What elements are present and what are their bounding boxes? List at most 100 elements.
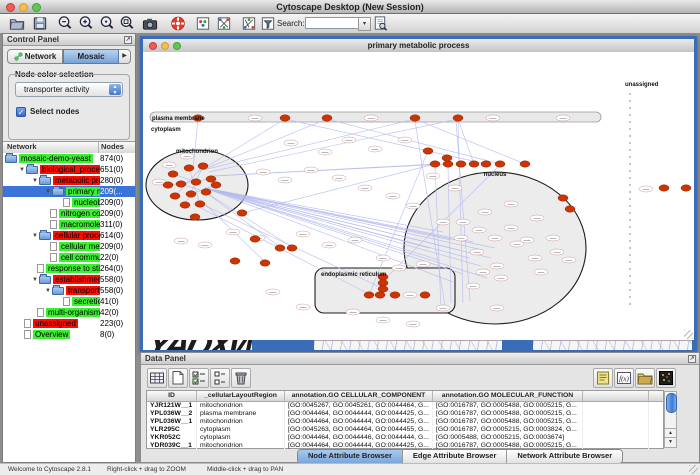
network-node[interactable] xyxy=(163,182,173,188)
node-label-oval[interactable] xyxy=(376,317,390,323)
tree-column-nodes[interactable]: Nodes xyxy=(99,142,135,153)
window-resize-grip[interactable] xyxy=(689,465,698,474)
expand-arrow-icon[interactable]: ▼ xyxy=(44,189,52,195)
table-row[interactable]: YKR052Ccytoplasm[GO:0044464, GO:0044446,… xyxy=(147,434,663,442)
network-node[interactable] xyxy=(481,161,491,167)
zoom-in-icon[interactable] xyxy=(77,15,95,32)
table-row[interactable]: YLR295Ccytoplasm[GO:0045263, GO:0044464,… xyxy=(147,426,663,434)
node-label-oval[interactable] xyxy=(386,193,400,199)
tree-item[interactable]: cellular metabo209(0) xyxy=(3,241,135,252)
network-node[interactable] xyxy=(190,214,200,220)
tree-item[interactable]: secretion41(0) xyxy=(3,296,135,307)
tree-item[interactable]: nitrogen compo209(0) xyxy=(3,208,135,219)
node-label-oval[interactable] xyxy=(358,185,372,191)
node-label-oval[interactable] xyxy=(416,261,430,267)
tree-item[interactable]: Overview8(0) xyxy=(3,329,135,340)
node-label-oval[interactable] xyxy=(318,149,332,155)
layout-b-icon[interactable] xyxy=(240,15,258,32)
node-label-oval[interactable] xyxy=(296,231,310,237)
network-node[interactable] xyxy=(322,115,332,121)
tab-mosaic[interactable]: Mosaic xyxy=(63,49,119,64)
expand-arrow-icon[interactable]: ▼ xyxy=(31,178,39,184)
node-label-oval[interactable] xyxy=(490,305,504,311)
layout-a-icon[interactable] xyxy=(215,15,233,32)
network-node[interactable] xyxy=(237,210,247,216)
network-node[interactable] xyxy=(495,161,505,167)
network-node[interactable] xyxy=(230,258,240,264)
node-label-oval[interactable] xyxy=(368,146,382,152)
node-label-oval[interactable] xyxy=(534,269,548,275)
network-node[interactable] xyxy=(390,292,400,298)
network-canvas[interactable]: plasma membranecytoplasmmitochondrionnuc… xyxy=(143,52,694,340)
node-label-oval[interactable] xyxy=(296,304,310,310)
network-node[interactable] xyxy=(469,161,479,167)
network-window-titlebar[interactable]: primary metabolic process xyxy=(143,39,694,53)
tree-item[interactable]: multi-organism pro42(0) xyxy=(3,307,135,318)
tree-item[interactable]: ▼metabolic process280(0) xyxy=(3,175,135,186)
network-node[interactable] xyxy=(206,176,216,182)
node-label-oval[interactable] xyxy=(162,162,176,168)
search-dropdown-button[interactable]: ▾ xyxy=(358,17,371,31)
table-row[interactable]: YJR121W__1mitochondrion[GO:0045267, GO:0… xyxy=(147,402,663,410)
network-node[interactable] xyxy=(260,260,270,266)
node-label-oval[interactable] xyxy=(392,265,406,271)
node-label-oval[interactable] xyxy=(510,241,524,247)
network-node[interactable] xyxy=(456,161,466,167)
tab-network-attribute-browser[interactable]: Network Attribute Browser xyxy=(507,450,622,463)
node-label-oval[interactable] xyxy=(248,115,262,121)
node-label-oval[interactable] xyxy=(504,201,518,207)
float-data-panel-icon[interactable]: ↗ xyxy=(688,355,696,363)
node-label-oval[interactable] xyxy=(376,255,390,261)
tree-item[interactable]: macromolecule311(0) xyxy=(3,219,135,230)
select-attributes-icon[interactable] xyxy=(189,368,209,388)
tab-edge-attribute-browser[interactable]: Edge Attribute Browser xyxy=(403,450,507,463)
node-label-oval[interactable] xyxy=(456,219,470,225)
network-node[interactable] xyxy=(378,280,388,286)
help-lifesaver-icon[interactable] xyxy=(169,15,187,32)
node-label-oval[interactable] xyxy=(403,292,417,298)
node-label-oval[interactable] xyxy=(504,225,518,231)
expand-arrow-icon[interactable]: ▼ xyxy=(31,277,39,283)
node-label-oval[interactable] xyxy=(448,185,462,191)
tab-network[interactable]: Network xyxy=(7,49,63,64)
column-header[interactable]: _cellularLayoutRegion xyxy=(197,391,285,401)
network-node[interactable] xyxy=(442,155,452,161)
zoom-out-icon[interactable] xyxy=(56,15,74,32)
tab-node-attribute-browser[interactable]: Node Attribute Browser xyxy=(298,450,403,463)
tree-column-network[interactable]: Network xyxy=(3,142,99,153)
network-node[interactable] xyxy=(191,179,201,185)
table-icon[interactable] xyxy=(147,368,167,388)
network-node[interactable] xyxy=(443,161,453,167)
function-builder-icon[interactable]: f(x) xyxy=(614,368,634,388)
node-label-oval[interactable] xyxy=(639,186,653,192)
node-label-oval[interactable] xyxy=(550,249,564,255)
tree-item[interactable]: response to stimulu264(0) xyxy=(3,263,135,274)
more-tabs-arrow[interactable]: ▶ xyxy=(119,49,131,64)
node-label-oval[interactable] xyxy=(436,219,450,225)
select-nodes-checkbox[interactable]: ✓ xyxy=(16,107,26,117)
expand-arrow-icon[interactable]: ▼ xyxy=(18,167,26,173)
network-node[interactable] xyxy=(430,161,440,167)
column-header[interactable]: ID xyxy=(147,391,197,401)
node-label-oval[interactable] xyxy=(466,283,480,289)
node-label-oval[interactable] xyxy=(528,255,542,261)
network-node[interactable] xyxy=(176,181,186,187)
node-color-dropdown[interactable]: transporter activity ▲▼ xyxy=(15,82,123,97)
unselect-attributes-icon[interactable] xyxy=(210,368,230,388)
column-header[interactable]: annotation.GO CELLULAR_COMPONENT xyxy=(285,391,433,401)
node-label-oval[interactable] xyxy=(406,321,420,327)
node-label-oval[interactable] xyxy=(342,137,356,143)
canvas-resize-grip[interactable] xyxy=(684,330,693,339)
node-label-oval[interactable] xyxy=(304,167,318,173)
network-node[interactable] xyxy=(364,292,374,298)
node-label-oval[interactable] xyxy=(226,229,240,235)
node-label-oval[interactable] xyxy=(562,257,576,263)
network-node[interactable] xyxy=(375,292,385,298)
network-node[interactable] xyxy=(195,201,205,207)
node-label-oval[interactable] xyxy=(198,242,212,248)
node-label-oval[interactable] xyxy=(546,235,560,241)
tree-item[interactable]: unassigned223(0) xyxy=(3,318,135,329)
scrollbar-thumb[interactable] xyxy=(666,393,677,413)
node-label-oval[interactable] xyxy=(406,203,420,209)
node-label-oval[interactable] xyxy=(478,209,492,215)
